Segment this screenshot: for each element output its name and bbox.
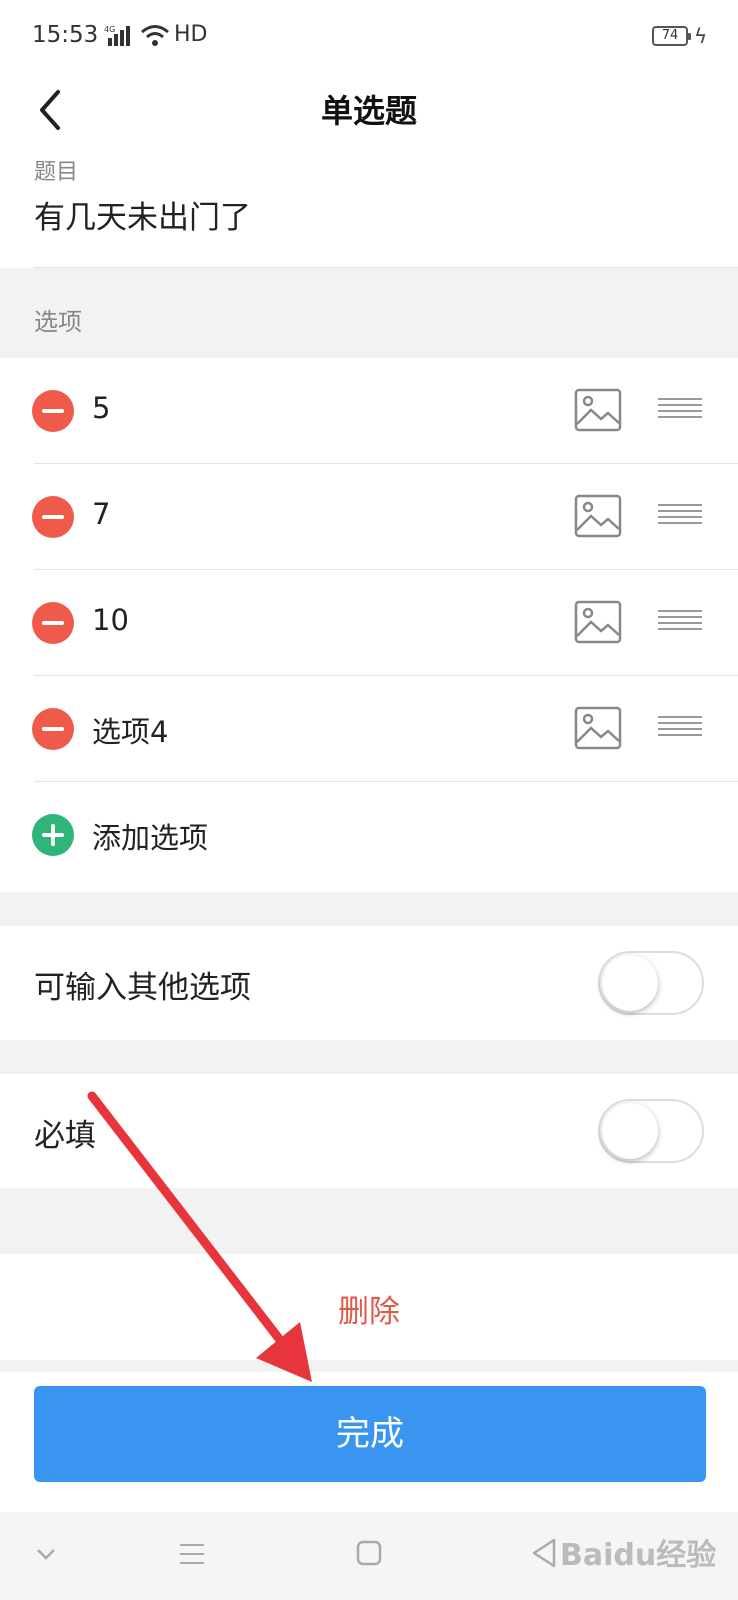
done-button[interactable]: 完成 bbox=[34, 1386, 706, 1482]
svg-text:4G: 4G bbox=[104, 25, 115, 34]
drag-handle-icon[interactable] bbox=[658, 714, 702, 744]
option-input[interactable]: 7 bbox=[92, 497, 110, 531]
image-icon[interactable] bbox=[574, 494, 622, 542]
image-icon[interactable] bbox=[574, 706, 622, 754]
other-input-label: 可输入其他选项 bbox=[34, 970, 251, 1006]
status-time: 15:53 bbox=[32, 22, 99, 48]
status-hd: HD bbox=[174, 22, 208, 47]
drag-handle-icon[interactable] bbox=[658, 396, 702, 426]
remove-option-icon[interactable] bbox=[32, 708, 74, 750]
question-input[interactable]: 有几天未出门了 bbox=[34, 192, 251, 237]
option-row: 选项4 bbox=[0, 676, 738, 782]
delete-label: 删除 bbox=[338, 1294, 400, 1330]
drag-handle-icon[interactable] bbox=[658, 608, 702, 638]
add-option-label: 添加选项 bbox=[92, 821, 209, 855]
required-toggle[interactable] bbox=[598, 1099, 704, 1163]
question-section: 题目 有几天未出门了 bbox=[0, 146, 738, 268]
toggle-knob bbox=[602, 1103, 658, 1159]
image-icon[interactable] bbox=[574, 388, 622, 436]
other-input-row: 可输入其他选项 bbox=[0, 926, 738, 1040]
divider bbox=[34, 267, 738, 268]
image-icon[interactable] bbox=[574, 600, 622, 648]
status-bar: 15:53 4G HD 74 ϟ bbox=[0, 0, 738, 76]
page-title: 单选题 bbox=[320, 92, 417, 130]
signal-icon: 4G bbox=[104, 24, 134, 50]
add-option-icon[interactable] bbox=[32, 814, 74, 856]
charging-icon: ϟ bbox=[694, 24, 708, 48]
toggle-knob bbox=[602, 955, 658, 1011]
other-input-toggle[interactable] bbox=[598, 951, 704, 1015]
app-header: 单选题 bbox=[0, 76, 738, 146]
system-nav-bar: Baidu经验 bbox=[0, 1512, 738, 1600]
menu-icon[interactable] bbox=[178, 1534, 206, 1578]
option-input[interactable]: 选项4 bbox=[92, 709, 168, 751]
battery-icon: 74 bbox=[652, 26, 691, 46]
question-label: 题目 bbox=[34, 160, 79, 185]
add-option-button[interactable]: 添加选项 bbox=[0, 782, 738, 888]
option-row: 5 bbox=[0, 358, 738, 464]
option-row: 10 bbox=[0, 570, 738, 676]
back-triangle-icon[interactable] bbox=[530, 1534, 558, 1578]
required-row: 必填 bbox=[0, 1074, 738, 1188]
option-input[interactable]: 5 bbox=[92, 391, 110, 425]
option-row: 7 bbox=[0, 464, 738, 570]
option-input[interactable]: 10 bbox=[92, 603, 129, 637]
options-header: 选项 bbox=[34, 308, 82, 336]
drag-handle-icon[interactable] bbox=[658, 502, 702, 532]
baidu-watermark: Baidu经验 bbox=[560, 1538, 717, 1573]
delete-button[interactable]: 删除 bbox=[0, 1254, 738, 1360]
chevron-down-icon[interactable] bbox=[34, 1534, 58, 1578]
home-icon[interactable] bbox=[354, 1534, 384, 1578]
options-list: 5 7 10 选项4 添加选项 bbox=[0, 358, 738, 892]
wifi-icon bbox=[140, 24, 170, 50]
footer: 完成 bbox=[0, 1372, 738, 1512]
required-label: 必填 bbox=[34, 1118, 96, 1154]
remove-option-icon[interactable] bbox=[32, 496, 74, 538]
remove-option-icon[interactable] bbox=[32, 390, 74, 432]
remove-option-icon[interactable] bbox=[32, 602, 74, 644]
